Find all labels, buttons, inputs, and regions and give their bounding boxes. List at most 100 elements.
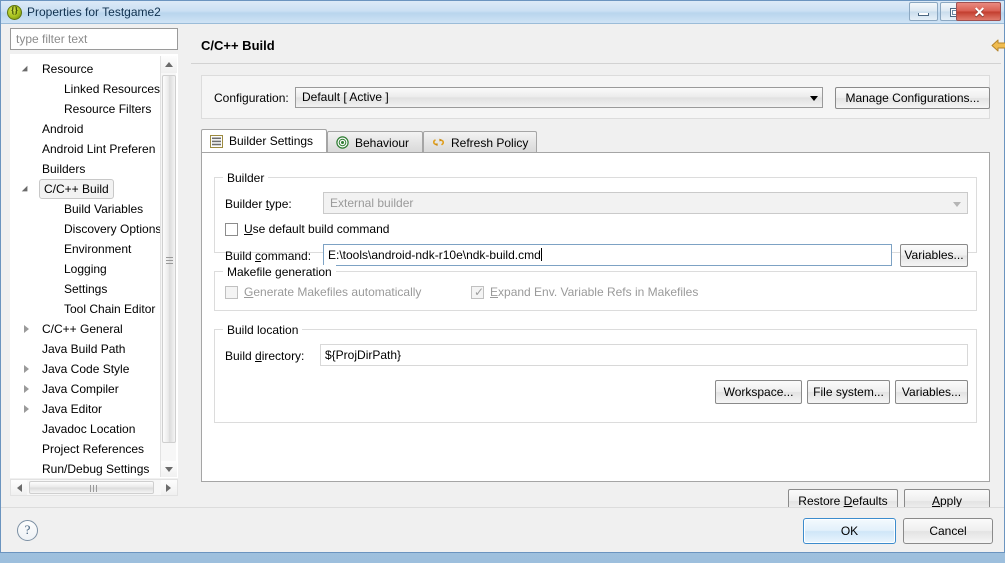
tree-item-project-references[interactable]: Project References: [11, 439, 171, 459]
scroll-right-button[interactable]: [161, 480, 177, 495]
filter-input[interactable]: type filter text: [10, 28, 178, 50]
panel-splitter[interactable]: [187, 50, 190, 505]
settings-tree-panel: type filter text Resource Linked Resource…: [5, 27, 185, 504]
use-default-build-command-checkbox[interactable]: [225, 223, 238, 236]
tree-item-label: Build Variables: [64, 202, 144, 216]
scroll-left-button[interactable]: [11, 480, 27, 495]
tree-item-run-debug-settings[interactable]: Run/Debug Settings: [11, 459, 171, 477]
configuration-section: Configuration: Default [ Active ] Manage…: [201, 75, 990, 119]
build-directory-input[interactable]: ${ProjDirPath}: [320, 344, 968, 366]
tree-item-label: Environment: [64, 242, 132, 256]
build-command-variables-button[interactable]: Variables...: [900, 244, 968, 267]
minimize-button[interactable]: [909, 2, 938, 21]
screen: {} Properties for Testgame2 ✕ type filte…: [0, 0, 1005, 563]
help-icon[interactable]: ?: [17, 520, 38, 541]
tree-item-label: Java Code Style: [42, 362, 130, 376]
close-button[interactable]: ✕: [956, 2, 1001, 21]
tree-item-logging[interactable]: Logging: [11, 259, 171, 279]
twisty-collapsed-icon[interactable]: [24, 325, 29, 333]
tree-item-resource-filters[interactable]: Resource Filters: [11, 99, 171, 119]
settings-tree[interactable]: Resource Linked Resources Resource Filters…: [10, 54, 178, 478]
tree-item-label: Java Editor: [42, 402, 103, 416]
tree-item-resource[interactable]: Resource: [11, 59, 171, 79]
tree-item-tool-chain-editor[interactable]: Tool Chain Editor: [11, 299, 171, 319]
build-command-label: Build command:: [225, 249, 312, 263]
dialog-footer: ? OK Cancel: [1, 507, 1004, 552]
tree-item-label: Linked Resources: [64, 82, 161, 96]
vertical-scroll-thumb[interactable]: [162, 75, 176, 443]
builder-group: Builder Builder type: External builder U…: [214, 171, 977, 267]
use-default-build-command-label[interactable]: Use default build command: [244, 222, 389, 236]
tree-item-build-variables[interactable]: Build Variables: [11, 199, 171, 219]
cancel-button[interactable]: Cancel: [903, 518, 993, 544]
twisty-expanded-icon[interactable]: [21, 185, 31, 195]
twisty-collapsed-icon[interactable]: [24, 405, 29, 413]
tree-horizontal-scrollbar[interactable]: [10, 479, 178, 496]
tree-item-label: Resource: [42, 62, 94, 76]
tab-builder-settings[interactable]: Builder Settings: [201, 129, 327, 153]
window-title: Properties for Testgame2: [27, 5, 161, 19]
tab-behaviour[interactable]: Behaviour: [327, 131, 423, 153]
horizontal-scroll-thumb[interactable]: [29, 481, 154, 494]
list-icon: [210, 135, 223, 148]
configuration-value: Default [ Active ]: [302, 90, 389, 104]
build-directory-variables-button[interactable]: Variables...: [895, 380, 968, 404]
page-action-buttons: Restore Defaults Apply: [191, 484, 1001, 513]
tree-item-label: C/C++ General: [42, 322, 123, 336]
target-icon: [336, 136, 349, 149]
scroll-down-button[interactable]: [161, 461, 177, 477]
tree-item-c-c-build[interactable]: C/C++ Build: [11, 179, 171, 199]
tree-item-label: Discovery Options: [64, 222, 162, 236]
text-cursor: [540, 248, 542, 261]
chevron-down-icon: [953, 202, 961, 207]
workspace-button[interactable]: Workspace...: [715, 380, 802, 404]
tree-item-java-build-path[interactable]: Java Build Path: [11, 339, 171, 359]
eclipse-properties-icon: {}: [7, 5, 22, 20]
ok-button[interactable]: OK: [803, 518, 896, 544]
tab-label: Refresh Policy: [451, 136, 529, 150]
tree-item-builders[interactable]: Builders: [11, 159, 171, 179]
tree-item-android[interactable]: Android: [11, 119, 171, 139]
configuration-label: Configuration:: [214, 91, 289, 105]
build-directory-label: Build directory:: [225, 349, 305, 363]
close-icon: ✕: [973, 4, 986, 20]
tree-item-settings[interactable]: Settings: [11, 279, 171, 299]
title-bar: {} Properties for Testgame2 ✕: [1, 1, 1004, 24]
tab-bar: Builder Settings Behaviour Refresh Polic…: [201, 129, 990, 153]
tree-item-linked-resources[interactable]: Linked Resources: [11, 79, 171, 99]
tree-item-label: Run/Debug Settings: [42, 462, 150, 476]
tab-refresh-policy[interactable]: Refresh Policy: [423, 131, 537, 153]
build-command-value: E:\tools\android-ndk-r10e\ndk-build.cmd: [328, 248, 541, 262]
twisty-expanded-icon[interactable]: [21, 65, 31, 75]
builder-group-title: Builder: [223, 171, 269, 185]
dialog-body: type filter text Resource Linked Resource…: [1, 24, 1005, 513]
twisty-collapsed-icon[interactable]: [24, 365, 29, 373]
file-system-button[interactable]: File system...: [807, 380, 890, 404]
tree-item-label: Builders: [42, 162, 86, 176]
triangle-down-icon: [165, 467, 173, 472]
tree-item-java-editor[interactable]: Java Editor: [11, 399, 171, 419]
builder-type-select: External builder: [323, 192, 968, 214]
builder-type-value: External builder: [330, 196, 414, 210]
tree-item-label: Project References: [42, 442, 145, 456]
back-arrow-icon[interactable]: [991, 38, 1005, 53]
tree-vertical-scrollbar[interactable]: [160, 56, 177, 477]
tree-item-c-c-general[interactable]: C/C++ General: [11, 319, 171, 339]
expand-env-vars-label: Expand Env. Variable Refs in Makefiles: [490, 285, 699, 299]
tree-item-java-code-style[interactable]: Java Code Style: [11, 359, 171, 379]
tree-item-environment[interactable]: Environment: [11, 239, 171, 259]
properties-dialog: {} Properties for Testgame2 ✕ type filte…: [0, 0, 1005, 553]
manage-configurations-button[interactable]: Manage Configurations...: [835, 87, 990, 109]
tree-item-label: Settings: [64, 282, 108, 296]
configuration-select[interactable]: Default [ Active ]: [295, 87, 823, 108]
scroll-up-button[interactable]: [161, 56, 177, 73]
build-command-input[interactable]: E:\tools\android-ndk-r10e\ndk-build.cmd: [323, 244, 892, 266]
twisty-collapsed-icon[interactable]: [24, 385, 29, 393]
tree-item-java-compiler[interactable]: Java Compiler: [11, 379, 171, 399]
triangle-right-icon: [166, 484, 171, 492]
tree-item-discovery-options[interactable]: Discovery Options: [11, 219, 171, 239]
tree-item-label: Javadoc Location: [42, 422, 136, 436]
tree-item-javadoc-location[interactable]: Javadoc Location: [11, 419, 171, 439]
tree-item-android-lint-preferen[interactable]: Android Lint Preferen: [11, 139, 171, 159]
header-divider: [191, 63, 1001, 64]
